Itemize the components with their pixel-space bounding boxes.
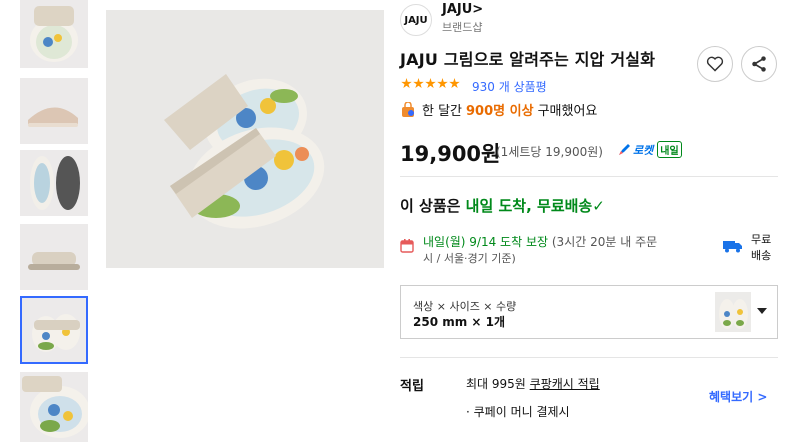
product-title: JAJU 그림으로 알려주는 지압 거실화 xyxy=(400,50,656,69)
thumb-selected-image xyxy=(32,314,80,352)
heart-icon xyxy=(706,56,724,72)
bought-prefix: 한 달간 xyxy=(422,104,463,119)
price: 19,900원 xyxy=(400,142,501,166)
benefit-heading: 적립 xyxy=(400,379,424,394)
cashback-link[interactable]: 쿠팡캐시 적립 xyxy=(530,377,600,391)
share-icon xyxy=(752,56,766,72)
star-icon xyxy=(401,78,412,89)
brand-logo[interactable]: JAJU xyxy=(400,4,432,36)
shopping-bag-icon xyxy=(402,101,414,117)
thumbnail-6[interactable] xyxy=(20,372,88,442)
coupay-condition: · 쿠페이 머니 결제시 xyxy=(466,405,570,419)
thumb-front-image xyxy=(28,252,80,270)
delivery-headline: 이 상품은 내일 도착, 무료배송✓ xyxy=(400,195,605,216)
arrival-date: 내일(월) 9/14 도착 보장 xyxy=(423,235,549,249)
rocket-delivery-badge: 로켓 내일 xyxy=(617,141,682,158)
star-icon xyxy=(449,78,460,89)
cashback-info: 최대 995원 쿠팡캐시 적립 xyxy=(466,375,600,392)
main-product-image[interactable] xyxy=(106,10,384,268)
truck-icon xyxy=(723,241,742,253)
unit-price: (1세트당 19,900원) xyxy=(496,145,603,159)
thumbnail-2[interactable] xyxy=(20,78,88,144)
calendar-icon xyxy=(400,239,414,253)
cashback-amount: 최대 995원 xyxy=(466,377,526,391)
delivery-headline-prefix: 이 상품은 xyxy=(400,197,461,215)
thumbnail-5-selected[interactable] xyxy=(20,296,88,364)
thumbnail-3[interactable] xyxy=(20,150,88,216)
star-icon xyxy=(413,78,424,89)
thumbnail-4[interactable] xyxy=(20,224,88,290)
arrival-guarantee: 내일(월) 9/14 도착 보장 (3시간 20분 내 주문 xyxy=(423,233,657,250)
review-count-link[interactable]: 930 개 상품평 xyxy=(472,78,547,95)
thumb-closeup-image xyxy=(22,376,88,438)
option-selector[interactable]: 색상 × 사이즈 × 수량 250 mm × 1개 xyxy=(400,285,778,339)
thumb-side-image xyxy=(28,107,78,127)
thumb-sole-image xyxy=(30,156,80,210)
star-icon xyxy=(425,78,436,89)
rocket-label: 로켓 xyxy=(633,143,654,157)
rocket-tomorrow-badge: 내일 xyxy=(657,141,682,158)
option-label: 색상 × 사이즈 × 수량 xyxy=(413,300,517,313)
slipper-illustration xyxy=(164,74,325,229)
arrival-condition-line2: 시 / 서울·경기 기준) xyxy=(423,252,516,265)
option-slipper-image xyxy=(719,299,748,329)
view-benefits-link[interactable]: 혜택보기 > xyxy=(709,388,767,405)
arrival-condition: (3시간 20분 내 주문 xyxy=(551,235,658,249)
divider xyxy=(400,176,778,177)
option-thumbnail xyxy=(715,292,751,332)
divider xyxy=(400,357,778,358)
bought-count: 900명 이상 xyxy=(466,104,534,119)
purchase-count: 한 달간 900명 이상 구매했어요 xyxy=(400,100,597,119)
thumbnail-1[interactable] xyxy=(20,0,88,68)
free-shipping-label: 무료 배송 xyxy=(751,233,772,262)
delivery-headline-green: 내일 도착, 무료배송✓ xyxy=(465,197,605,215)
share-button[interactable] xyxy=(741,46,777,82)
bought-suffix: 구매했어요 xyxy=(537,104,598,119)
thumb-slipper-image xyxy=(30,6,78,62)
brand-shop-label[interactable]: 브랜드샵 xyxy=(442,19,482,35)
rating-stars xyxy=(401,78,460,89)
option-value: 250 mm × 1개 xyxy=(413,315,506,329)
brand-name-link[interactable]: JAJU> xyxy=(442,2,483,17)
chevron-down-icon xyxy=(757,308,767,314)
rocket-icon xyxy=(619,143,630,155)
brand-logo-text: JAJU xyxy=(404,14,428,26)
star-icon xyxy=(437,78,448,89)
wishlist-button[interactable] xyxy=(697,46,733,82)
